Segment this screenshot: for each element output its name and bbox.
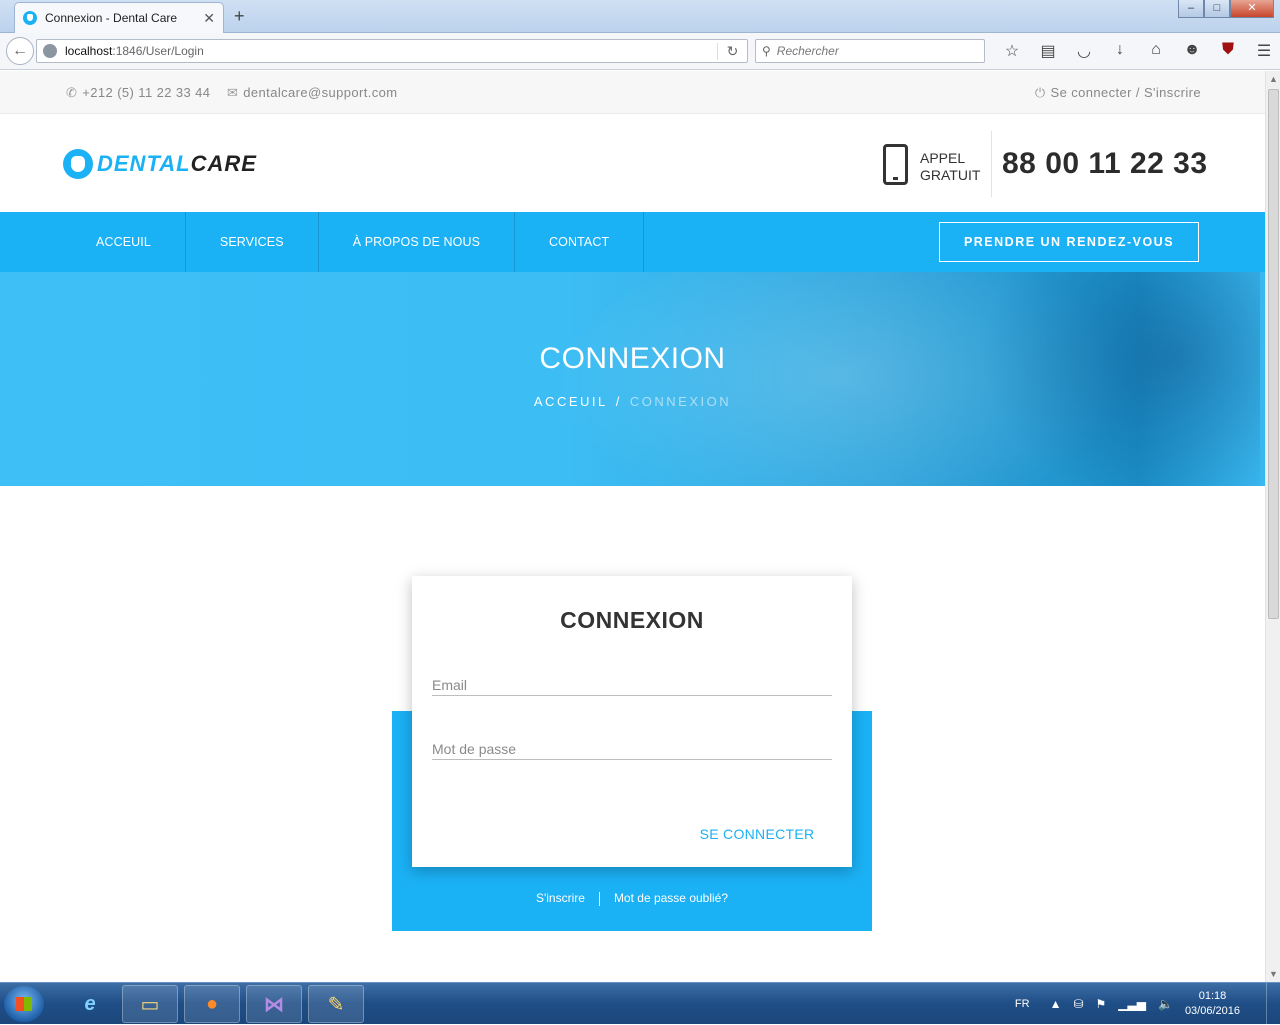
scrollbar-thumb[interactable]	[1268, 89, 1279, 619]
hotline-number: 88 00 11 22 33	[1002, 147, 1208, 180]
topbar-email-text: dentalcare@support.com	[243, 85, 398, 100]
logo-text-care: CARE	[190, 151, 257, 176]
topbar-login-link[interactable]: ⏻ Se connecter / S'inscrire	[1035, 85, 1201, 101]
breadcrumb-home-link[interactable]: ACCEUIL	[534, 394, 608, 409]
page-scrollbar[interactable]: ▲ ▼	[1265, 71, 1280, 982]
breadcrumb-current: CONNEXION	[629, 394, 732, 409]
forgot-password-link[interactable]: Mot de passe oublié?	[614, 891, 728, 905]
visual-studio-icon[interactable]: ⋈	[246, 985, 302, 1023]
login-links: S'inscrire Mot de passe oublié?	[392, 891, 872, 906]
tooth-icon	[63, 149, 93, 179]
email-field[interactable]	[432, 674, 832, 696]
minimize-button[interactable]: –	[1178, 0, 1204, 18]
tab-title: Connexion - Dental Care	[45, 11, 178, 25]
site-info-icon[interactable]	[43, 44, 57, 58]
search-placeholder: Rechercher	[776, 44, 839, 58]
file-explorer-icon[interactable]: ▭	[122, 985, 178, 1023]
login-submit-button[interactable]: SE CONNECTER	[682, 826, 832, 842]
nav-item-services[interactable]: SERVICES	[186, 212, 319, 272]
network-icon[interactable]: ▁▃▅	[1118, 997, 1146, 1011]
back-arrow-icon[interactable]: ←	[6, 37, 34, 65]
chat-icon[interactable]: ☻	[1174, 41, 1210, 61]
hero-title: CONNEXION	[539, 342, 726, 375]
bookmark-star-icon[interactable]: ☆	[994, 41, 1030, 61]
tab-close-icon[interactable]: ✕	[203, 10, 215, 27]
header-divider	[991, 131, 992, 197]
page-viewport: ✆ +212 (5) 11 22 33 44 ✉ dentalcare@suppor…	[0, 71, 1265, 982]
show-desktop-button[interactable]	[1266, 983, 1280, 1025]
phone-icon: ✆	[66, 85, 78, 100]
logo-text-dental: DENTAL	[97, 151, 191, 176]
browser-search-input[interactable]: ⚲ Rechercher	[755, 39, 985, 63]
browser-tab[interactable]: Connexion - Dental Care ✕	[14, 2, 224, 33]
appel-line-1: APPEL	[920, 150, 966, 166]
show-hidden-icons-icon[interactable]: ▲	[1050, 997, 1062, 1011]
password-field[interactable]	[432, 738, 832, 760]
browser-navigation-bar: ← localhost :1846/User/Login ↻ ⚲ Recherc…	[0, 33, 1280, 70]
start-button[interactable]	[4, 986, 44, 1022]
breadcrumb-separator: /	[615, 394, 622, 409]
login-title: CONNEXION	[560, 607, 704, 633]
language-indicator[interactable]: FR	[1015, 998, 1030, 1010]
page-hero-banner: CONNEXION ACCEUIL / CONNEXION	[0, 272, 1265, 486]
url-host: localhost	[65, 44, 113, 58]
home-icon[interactable]: ⌂	[1138, 41, 1174, 61]
scroll-up-icon[interactable]: ▲	[1269, 74, 1278, 84]
nav-item-contact[interactable]: CONTACT	[515, 212, 645, 272]
topbar-phone: ✆ +212 (5) 11 22 33 44	[66, 85, 210, 101]
envelope-icon: ✉	[227, 85, 239, 100]
menu-icon[interactable]: ☰	[1246, 41, 1280, 61]
windows-taskbar: e ▭ ● ⋈ ✎ FR ▲ ⛁ ⚑ ▁▃▅ 🔈 01:18 03/06/201…	[0, 982, 1280, 1025]
dentalcare-logo[interactable]: DENTAL CARE	[63, 149, 257, 179]
main-navigation: ACCEUIL SERVICES À PROPOS DE NOUS CONTAC…	[0, 212, 1265, 272]
paint-icon[interactable]: ✎	[308, 985, 364, 1023]
contact-topbar: ✆ +212 (5) 11 22 33 44 ✉ dentalcare@suppor…	[0, 71, 1265, 114]
mobile-phone-icon	[883, 144, 908, 185]
browser-tab-strip: Connexion - Dental Care ✕ + – □ ✕	[0, 0, 1280, 33]
appel-gratuit-label: APPEL GRATUIT	[920, 150, 980, 184]
search-icon: ⚲	[762, 44, 771, 58]
download-icon[interactable]: ↓	[1102, 41, 1138, 61]
system-tray: FR ▲ ⛁ ⚑ ▁▃▅ 🔈 01:18 03/06/2016	[1015, 983, 1280, 1025]
topbar-email[interactable]: ✉ dentalcare@support.com	[227, 85, 398, 101]
pocket-icon[interactable]: ◡	[1066, 41, 1102, 61]
tray-app-icon[interactable]: ⛁	[1073, 997, 1083, 1011]
firefox-icon[interactable]: ●	[184, 985, 240, 1023]
url-path: :1846/User/Login	[112, 44, 204, 58]
site-header: DENTAL CARE APPEL GRATUIT 88 00 11 22 33	[0, 114, 1265, 212]
internet-explorer-icon[interactable]: e	[62, 985, 118, 1023]
links-divider	[598, 891, 600, 906]
maximize-button[interactable]: □	[1204, 0, 1230, 18]
action-center-icon[interactable]: ⚑	[1096, 997, 1107, 1011]
reading-list-icon[interactable]: ▤	[1030, 41, 1066, 61]
nav-item-a-propos[interactable]: À PROPOS DE NOUS	[319, 212, 516, 272]
clock-time: 01:18	[1198, 990, 1227, 1002]
topbar-login-text: Se connecter / S'inscrire	[1050, 85, 1201, 100]
clock[interactable]: 01:18 03/06/2016	[1185, 989, 1240, 1019]
nav-item-acceuil[interactable]: ACCEUIL	[62, 212, 186, 272]
appointment-button[interactable]: PRENDRE UN RENDEZ-VOUS	[939, 222, 1199, 262]
ublock-icon[interactable]: ⛊	[1210, 41, 1246, 61]
scroll-down-icon[interactable]: ▼	[1269, 969, 1278, 979]
power-icon: ⏻	[1034, 85, 1046, 100]
clock-date: 03/06/2016	[1184, 1005, 1240, 1017]
new-tab-button[interactable]: +	[234, 6, 245, 27]
nav-menu: ACCEUIL SERVICES À PROPOS DE NOUS CONTAC…	[62, 212, 645, 272]
login-card: CONNEXION SE CONNECTER	[412, 576, 852, 867]
breadcrumb: ACCEUIL / CONNEXION	[0, 394, 1265, 409]
dental-favicon-icon	[23, 11, 37, 25]
reload-icon[interactable]: ↻	[717, 42, 747, 60]
hero-background-shade	[980, 272, 1260, 486]
window-controls: – □ ✕	[1178, 0, 1274, 18]
topbar-phone-text: +212 (5) 11 22 33 44	[82, 85, 211, 100]
url-bar[interactable]: localhost :1846/User/Login ↻	[36, 39, 748, 63]
close-window-button[interactable]: ✕	[1230, 0, 1274, 18]
volume-icon[interactable]: 🔈	[1158, 997, 1173, 1011]
register-link[interactable]: S'inscrire	[536, 891, 585, 905]
toolbar-icons: ☆ ▤ ◡ ↓ ⌂ ☻ ⛊ ☰	[994, 41, 1280, 61]
appel-line-2: GRATUIT	[920, 167, 981, 183]
